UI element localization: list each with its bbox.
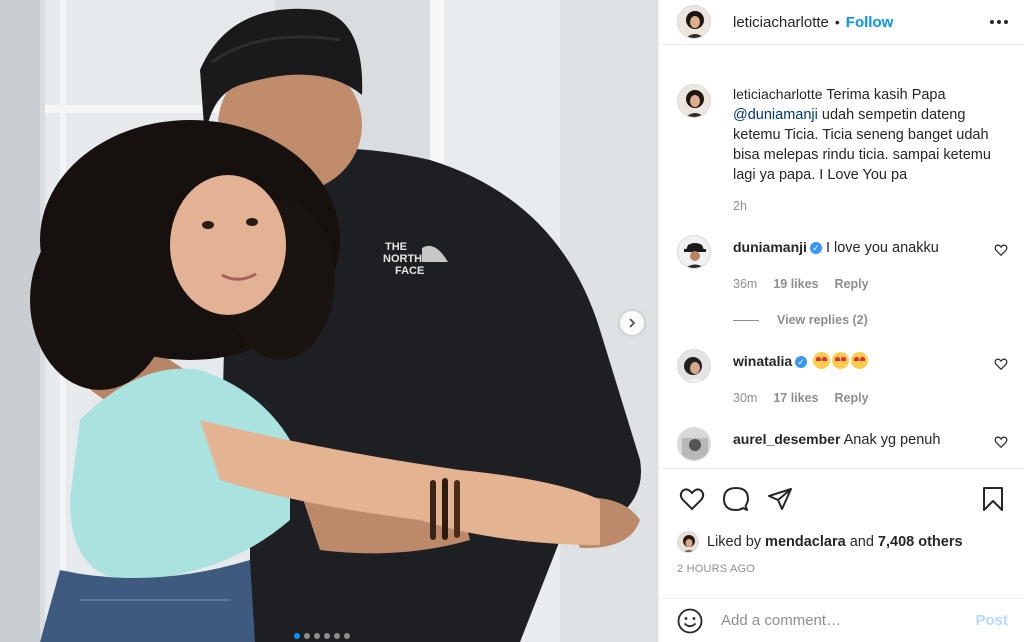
add-comment-bar: Add a comment… Post: [659, 598, 1024, 642]
comment-likes[interactable]: 19 likes: [773, 277, 818, 291]
author-username[interactable]: leticiacharlotte: [733, 14, 829, 31]
view-replies-button[interactable]: View replies (2): [733, 313, 1008, 327]
share-button[interactable]: [765, 484, 795, 514]
comment-avatar[interactable]: [677, 427, 711, 461]
comment-body: duniamanji ✓ I love you anakku: [733, 237, 939, 269]
comment-meta: 30m 17 likes Reply: [733, 391, 1008, 405]
caption-meta: 2h: [733, 199, 1008, 213]
post-timestamp[interactable]: 2 HOURS AGO: [659, 563, 1024, 575]
post-header: leticiacharlotte • Follow: [659, 0, 1024, 45]
comment-avatar[interactable]: [677, 349, 711, 383]
comment-item: winatalia ✓: [677, 349, 1008, 383]
comment-time[interactable]: 36m: [733, 277, 757, 291]
comment-username[interactable]: aurel_desember: [733, 431, 840, 447]
instagram-post: THE NORTH FACE leticiacharlotte • Follow…: [0, 0, 1024, 642]
comment-button[interactable]: [721, 484, 751, 514]
next-slide-button[interactable]: [620, 311, 644, 335]
post-actions: [659, 469, 1024, 529]
liker-username[interactable]: mendaclara: [765, 534, 846, 550]
view-replies-label: View replies (2): [777, 313, 868, 327]
likes-summary: Liked by mendaclara and 7,408 others: [659, 529, 1024, 555]
heart-eyes-emoji-icon: [832, 352, 850, 369]
carousel-dot: [334, 633, 340, 639]
svg-text:FACE: FACE: [395, 265, 424, 277]
post-photo: THE NORTH FACE: [0, 0, 658, 642]
post-side-panel: leticiacharlotte • Follow leticiacharlot…: [658, 0, 1024, 642]
more-options-icon[interactable]: [990, 20, 1008, 24]
bookmark-icon: [983, 487, 1003, 511]
carousel-dot: [314, 633, 320, 639]
author-avatar[interactable]: [677, 5, 711, 39]
post-comment-button[interactable]: Post: [975, 612, 1008, 629]
follow-button[interactable]: Follow: [846, 14, 894, 31]
post-caption: leticiacharlotte Terima kasih Papa @duni…: [677, 84, 1008, 185]
likes-and: and: [849, 534, 874, 550]
comment-item: duniamanji ✓ I love you anakku: [677, 235, 1008, 269]
view-replies-line: [733, 319, 759, 321]
emoji-picker-icon[interactable]: [677, 608, 703, 634]
carousel-dot: [344, 633, 350, 639]
comment-input[interactable]: Add a comment…: [721, 612, 975, 629]
carousel-dot: [294, 633, 300, 639]
svg-text:THE: THE: [385, 241, 407, 253]
like-comment-heart-icon[interactable]: [994, 243, 1008, 257]
comment-avatar[interactable]: [677, 235, 711, 269]
chevron-right-icon: [629, 318, 636, 328]
heart-icon: [679, 488, 705, 511]
comment-text: I love you anakku: [825, 240, 939, 256]
like-button[interactable]: [677, 484, 707, 514]
caption-text-before: Terima kasih Papa: [826, 87, 946, 103]
svg-text:NORTH: NORTH: [383, 253, 422, 265]
verified-badge-icon: ✓: [809, 242, 822, 254]
liker-avatar[interactable]: [677, 531, 699, 553]
comment-text: Anak yg penuh: [843, 432, 941, 448]
caption-author[interactable]: leticiacharlotte: [733, 86, 823, 102]
comment-icon: [723, 487, 749, 511]
like-comment-heart-icon[interactable]: [994, 435, 1008, 449]
likes-prefix: Liked by: [707, 534, 762, 550]
reply-button[interactable]: Reply: [835, 277, 869, 291]
comment-meta: 36m 19 likes Reply: [733, 277, 1008, 291]
reply-button[interactable]: Reply: [835, 391, 869, 405]
comment-time[interactable]: 30m: [733, 391, 757, 405]
comments-list[interactable]: leticiacharlotte Terima kasih Papa @duni…: [659, 45, 1024, 469]
comment-likes[interactable]: 17 likes: [773, 391, 818, 405]
caption-text: leticiacharlotte Terima kasih Papa @duni…: [733, 84, 1008, 185]
heart-eyes-emoji-icon: [813, 352, 831, 369]
caption-time[interactable]: 2h: [733, 199, 747, 213]
comment-body: winatalia ✓: [733, 351, 869, 383]
comment-item: aurel_desember Anak yg penuh: [677, 427, 1008, 461]
carousel-dot: [304, 633, 310, 639]
caption-mention[interactable]: @duniamanji: [733, 107, 818, 123]
header-separator: •: [834, 14, 840, 30]
comment-body: aurel_desember Anak yg penuh: [733, 429, 940, 461]
paper-plane-icon: [768, 488, 792, 510]
carousel-indicator: [294, 633, 350, 639]
save-button[interactable]: [978, 484, 1008, 514]
post-media[interactable]: THE NORTH FACE: [0, 0, 658, 642]
carousel-dot: [324, 633, 330, 639]
heart-eyes-emoji-icon: [851, 352, 869, 369]
comment-username[interactable]: winatalia: [733, 353, 792, 369]
verified-badge-icon: ✓: [795, 356, 808, 368]
comment-username[interactable]: duniamanji: [733, 239, 807, 255]
like-comment-heart-icon[interactable]: [994, 357, 1008, 371]
likes-text: Liked by mendaclara and 7,408 others: [707, 534, 963, 550]
likes-others[interactable]: 7,408 others: [878, 534, 963, 550]
caption-avatar[interactable]: [677, 84, 711, 118]
